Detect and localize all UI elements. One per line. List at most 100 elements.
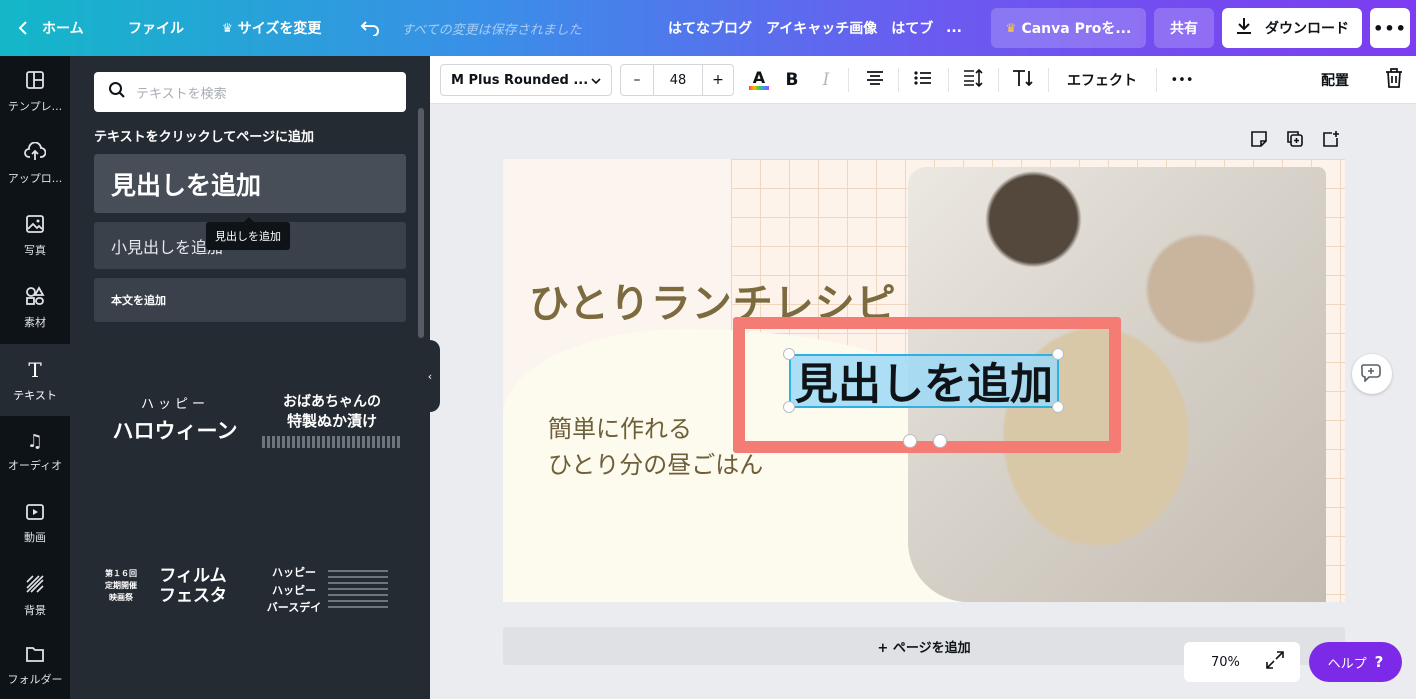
question-icon: ? bbox=[1374, 653, 1384, 671]
decrease-size-button[interactable]: – bbox=[621, 65, 653, 95]
resize-handle[interactable] bbox=[1052, 348, 1064, 360]
canva-pro-label: Canva Proを... bbox=[1021, 21, 1132, 37]
more-tools-button[interactable]: ••• bbox=[1168, 56, 1196, 104]
rail-item-background[interactable]: 背景 bbox=[0, 560, 70, 632]
download-label: ダウンロード bbox=[1265, 21, 1349, 37]
subtitle-line: ひとり分の昼ごはん bbox=[548, 451, 764, 479]
upload-icon bbox=[24, 141, 47, 165]
collapse-panel-button[interactable]: ‹ bbox=[420, 340, 440, 412]
toolbar-divider bbox=[948, 68, 949, 92]
rail-item-text[interactable]: T テキスト bbox=[0, 344, 70, 416]
increase-size-button[interactable]: + bbox=[703, 65, 733, 95]
rail-label: フォルダー bbox=[7, 672, 63, 686]
selected-heading-text[interactable]: 見出しを追加 bbox=[789, 354, 1059, 410]
document-title[interactable]: はてなブログ アイキャッチ画像 はてブ bbox=[668, 0, 933, 56]
template-fineprint bbox=[328, 570, 388, 611]
text-color-icon: A bbox=[752, 68, 766, 87]
resize-handle[interactable] bbox=[783, 401, 795, 413]
help-label: ヘルプ bbox=[1327, 656, 1367, 672]
subtitle-line: 簡単に作れる bbox=[548, 415, 692, 443]
italic-button[interactable]: I bbox=[812, 56, 840, 104]
template-film-festa[interactable]: 第１６回 定期開催 映画祭 フィルム フェスタ bbox=[100, 566, 250, 607]
resize-handle[interactable] bbox=[1052, 401, 1064, 413]
rail-item-templates[interactable]: テンプレ... bbox=[0, 56, 70, 128]
share-button[interactable]: 共有 bbox=[1154, 8, 1214, 48]
rail-item-photos[interactable]: 写真 bbox=[0, 200, 70, 272]
text-icon: T bbox=[28, 357, 42, 382]
font-size-input[interactable]: 48 bbox=[653, 65, 703, 95]
undo-button[interactable] bbox=[360, 0, 380, 56]
add-heading-button[interactable]: 見出しを追加 bbox=[94, 154, 406, 213]
rail-item-audio[interactable]: ♫ オーディオ bbox=[0, 416, 70, 488]
design-subtitle[interactable]: 簡単に作れる ひとり分の昼ごはん bbox=[548, 411, 763, 483]
rail-label: 動画 bbox=[24, 531, 46, 544]
rail-item-elements[interactable]: 素材 bbox=[0, 272, 70, 344]
rail-item-uploads[interactable]: アップロ... bbox=[0, 128, 70, 200]
design-canvas[interactable]: ひとりランチレシピ 簡単に作れる ひとり分の昼ごはん 見出しを追加 bbox=[503, 159, 1345, 602]
search-icon bbox=[108, 81, 126, 103]
add-page-icon bbox=[1322, 130, 1340, 152]
list-button[interactable] bbox=[910, 56, 936, 104]
delete-button[interactable] bbox=[1382, 56, 1406, 104]
template-icon bbox=[25, 70, 45, 93]
resize-handle[interactable] bbox=[783, 348, 795, 360]
template-line: 第１６回 定期開催 映画祭 bbox=[105, 569, 137, 603]
toolbar-divider bbox=[1048, 68, 1049, 92]
zoom-level[interactable]: 70% bbox=[1211, 655, 1240, 670]
template-birthday[interactable]: ハッピー ハッピー バースデイ bbox=[266, 564, 396, 617]
more-options-button[interactable]: ••• bbox=[1370, 8, 1410, 48]
line-spacing-icon bbox=[963, 68, 983, 91]
folder-icon bbox=[25, 645, 45, 666]
resize-label: サイズを変更 bbox=[237, 21, 322, 37]
rail-item-video[interactable]: 動画 bbox=[0, 488, 70, 560]
comment-add-icon bbox=[1360, 362, 1383, 386]
arrange-button[interactable]: 配置 bbox=[1314, 56, 1356, 104]
rail-label: オーディオ bbox=[7, 459, 63, 472]
toolbar-divider bbox=[848, 68, 849, 92]
template-fineprint bbox=[262, 436, 402, 449]
text-color-button[interactable]: A bbox=[744, 56, 774, 104]
crown-icon: ♛ bbox=[1005, 21, 1017, 35]
file-menu[interactable]: ファイル bbox=[128, 0, 184, 56]
add-note-button[interactable] bbox=[1248, 130, 1270, 152]
font-dropdown[interactable]: M Plus Rounded ... bbox=[440, 64, 612, 96]
photo-icon bbox=[25, 214, 45, 237]
fullscreen-icon[interactable] bbox=[1266, 651, 1284, 673]
download-button[interactable]: ダウンロード bbox=[1222, 8, 1362, 48]
rail-label: アップロ... bbox=[7, 172, 63, 185]
template-nukazuke[interactable]: おばあちゃんの 特製ぬか漬け bbox=[262, 394, 402, 449]
toolbar-divider bbox=[898, 68, 899, 92]
template-line: ハッピー ハッピー bbox=[272, 566, 316, 597]
panel-scrollbar[interactable] bbox=[418, 108, 424, 338]
chevron-left-icon bbox=[18, 20, 28, 36]
title-more[interactable]: ... bbox=[946, 0, 962, 56]
canva-pro-button[interactable]: ♛ Canva Proを... bbox=[991, 8, 1146, 48]
effects-button[interactable]: エフェクト bbox=[1060, 56, 1144, 104]
help-button[interactable]: ヘルプ ? bbox=[1309, 642, 1402, 682]
panel-hint: テキストをクリックしてページに追加 bbox=[94, 130, 314, 145]
search-input[interactable]: テキストを検索 bbox=[94, 72, 406, 112]
search-placeholder: テキストを検索 bbox=[136, 86, 227, 102]
move-handle[interactable] bbox=[933, 434, 947, 448]
add-body-button[interactable]: 本文を追加 bbox=[94, 278, 406, 322]
rail-item-folder[interactable]: フォルダー bbox=[0, 632, 70, 699]
chevron-left-icon: ‹ bbox=[427, 369, 433, 383]
rotate-handle[interactable] bbox=[903, 434, 917, 448]
zoom-control[interactable]: 70% bbox=[1184, 642, 1300, 682]
bold-button[interactable]: B bbox=[778, 56, 806, 104]
vertical-text-icon bbox=[1012, 69, 1034, 91]
ellipsis-icon: ••• bbox=[1373, 18, 1407, 38]
spacing-button[interactable] bbox=[960, 56, 986, 104]
align-center-icon bbox=[866, 71, 884, 89]
comment-button[interactable] bbox=[1352, 354, 1392, 394]
duplicate-page-button[interactable] bbox=[1284, 130, 1306, 152]
template-halloween[interactable]: ハッピー ハロウィーン bbox=[100, 397, 250, 443]
home-button[interactable]: ホーム bbox=[18, 0, 84, 56]
text-direction-button[interactable] bbox=[1010, 56, 1036, 104]
align-button[interactable] bbox=[862, 56, 888, 104]
add-page-icon-button[interactable] bbox=[1320, 130, 1342, 152]
template-line: ハッピー bbox=[140, 397, 209, 412]
resize-button[interactable]: ♛ サイズを変更 bbox=[222, 0, 321, 56]
template-line: おばあちゃんの bbox=[283, 394, 381, 410]
toolbar-divider bbox=[1156, 68, 1157, 92]
